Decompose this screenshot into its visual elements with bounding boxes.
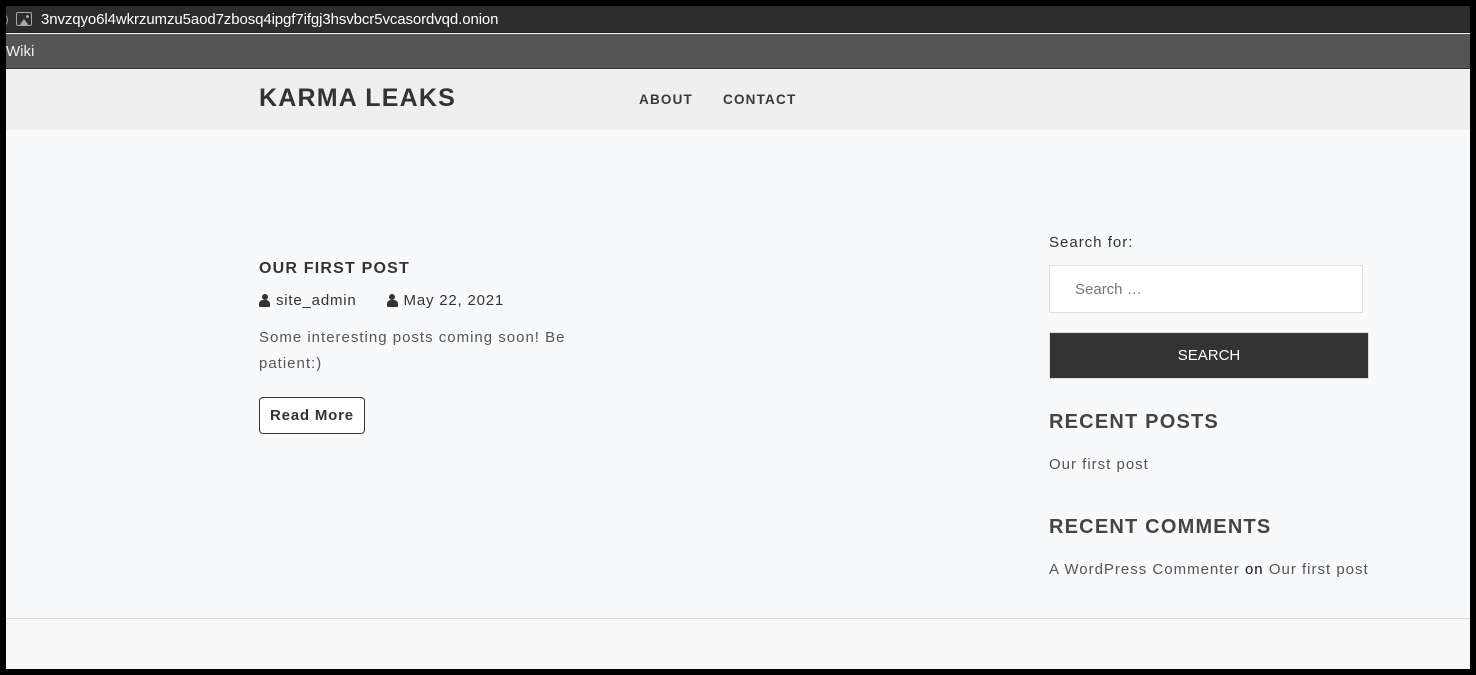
browser-window: 3nvzqyo6l4wkrzumzu5aod7zbosq4ipgf7ifgj3h… — [6, 6, 1470, 669]
nav-contact[interactable]: CONTACT — [723, 92, 796, 107]
sidebar: Search for: Search Recent Posts Our firs… — [1049, 234, 1369, 585]
post-card: OUR FIRST POST site_admin May 22, 2021 S… — [259, 260, 599, 434]
menu-item-wiki[interactable]: Wiki — [6, 43, 34, 60]
recent-posts-list: Our first post — [1049, 450, 1369, 480]
post-title[interactable]: OUR FIRST POST — [259, 260, 599, 278]
search-label: Search for: — [1049, 234, 1134, 251]
search-input[interactable] — [1049, 265, 1363, 313]
comment-author-link[interactable]: A WordPress Commenter — [1049, 561, 1240, 578]
comment-post-link[interactable]: Our first post — [1269, 561, 1369, 578]
post-excerpt: Some interesting posts coming soon! Be p… — [259, 329, 566, 372]
site-title[interactable]: KARMA LEAKS — [259, 84, 456, 113]
recent-post-link[interactable]: Our first post — [1049, 456, 1149, 473]
menu-bar: Wiki — [6, 34, 1470, 69]
post-meta: site_admin May 22, 2021 — [259, 292, 599, 309]
main-nav: ABOUT CONTACT — [639, 92, 796, 107]
user-icon — [386, 294, 398, 307]
recent-comments-list: A WordPress Commenter on Our first post — [1049, 555, 1369, 585]
site-header: KARMA LEAKS ABOUT CONTACT — [6, 70, 1470, 130]
comment-connector: on — [1244, 561, 1264, 578]
globe-icon — [6, 12, 10, 26]
post-author[interactable]: site_admin — [259, 292, 357, 309]
recent-posts-title: Recent Posts — [1049, 411, 1219, 433]
nav-about[interactable]: ABOUT — [639, 92, 693, 107]
site-footer — [6, 619, 1470, 669]
user-icon — [259, 294, 270, 307]
read-more-button[interactable]: Read More — [259, 397, 365, 434]
author-name: site_admin — [276, 292, 357, 309]
title-bar: 3nvzqyo6l4wkrzumzu5aod7zbosq4ipgf7ifgj3h… — [6, 6, 1470, 33]
image-icon — [16, 12, 32, 26]
recent-comments-title: Recent Comments — [1049, 516, 1272, 538]
post-date[interactable]: May 22, 2021 — [386, 292, 505, 309]
search-button[interactable]: Search — [1049, 332, 1369, 379]
date-text: May 22, 2021 — [403, 292, 505, 309]
comment-item: A WordPress Commenter on Our first post — [1049, 561, 1369, 578]
page-url: 3nvzqyo6l4wkrzumzu5aod7zbosq4ipgf7ifgj3h… — [41, 10, 499, 28]
